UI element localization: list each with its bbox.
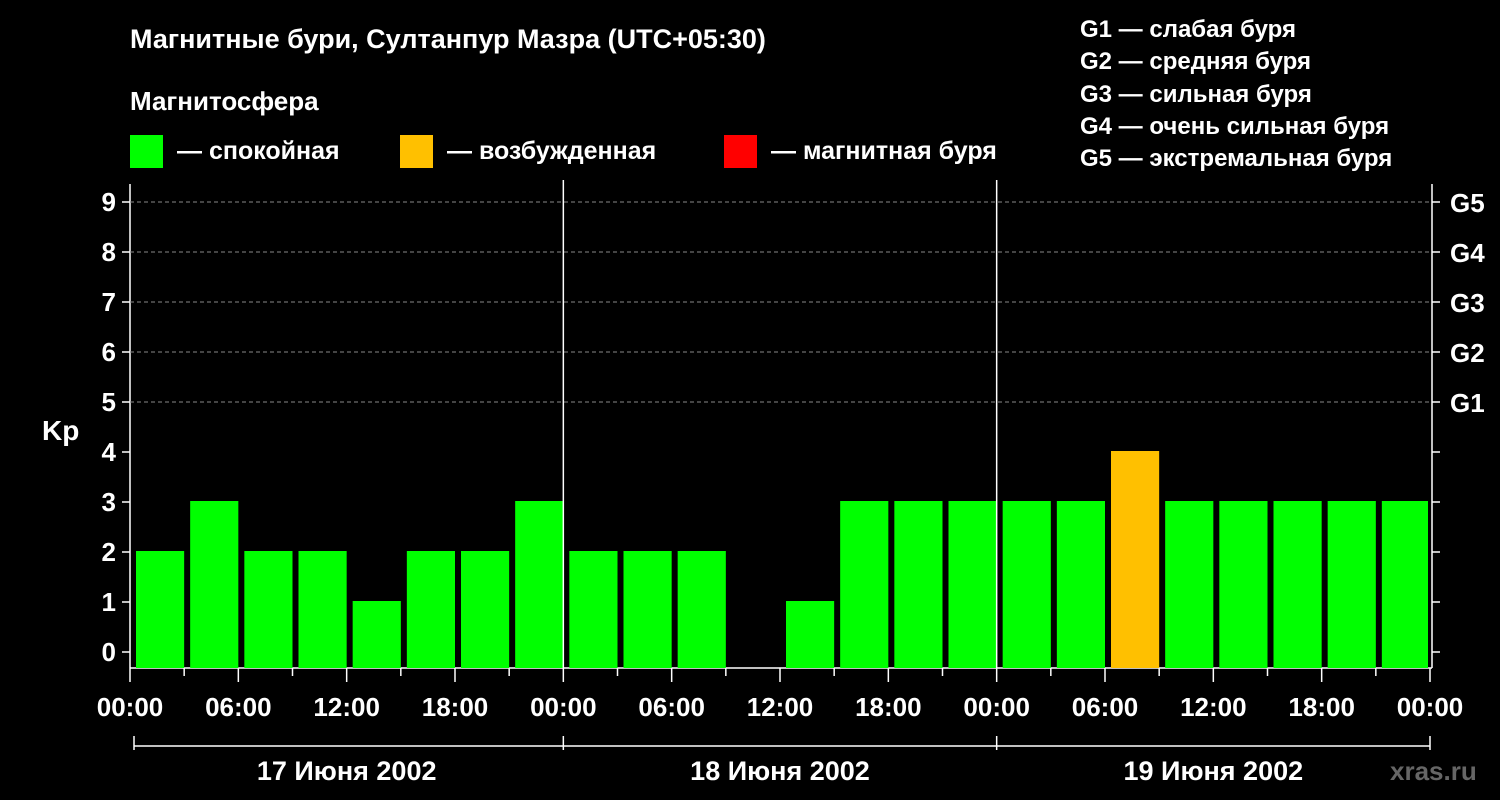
y-tick-label: 5 [102,387,116,417]
y-tick-label: 4 [102,437,117,467]
kp-bar [677,551,726,668]
g-scale-label: G3 [1450,288,1485,318]
kp-bar [515,501,564,668]
kp-bar [136,551,185,668]
x-tick-label: 00:00 [97,692,164,722]
kp-bar [1381,501,1428,668]
x-tick-label: 06:00 [638,692,705,722]
y-tick-label: 6 [102,337,116,367]
x-tick-label: 12:00 [1180,692,1247,722]
kp-bar [623,551,672,668]
kp-bar [244,551,293,668]
x-tick-label: 12:00 [747,692,814,722]
x-tick-label: 06:00 [1072,692,1139,722]
g-scale-label: G1 [1450,388,1485,418]
kp-bar [569,551,618,668]
g-scale-label: G5 [1450,188,1485,218]
site-brand: xras.ru [1390,756,1477,786]
kp-bar [1056,501,1105,668]
x-tick-label: 00:00 [530,692,597,722]
y-axis-label: Kp [42,415,79,446]
kp-bar [1111,451,1160,668]
day-label: 19 Июня 2002 [1124,756,1304,786]
kp-bar [894,501,943,668]
kp-bar [948,501,997,668]
y-tick-label: 8 [102,237,116,267]
kp-bar [840,501,889,668]
kp-bar [406,551,455,668]
y-tick-label: 0 [102,637,116,667]
x-tick-label: 18:00 [1288,692,1355,722]
y-tick-label: 1 [102,587,116,617]
x-tick-label: 18:00 [855,692,922,722]
g-scale-label: G4 [1450,238,1485,268]
kp-bar [1165,501,1214,668]
y-tick-label: 2 [102,537,116,567]
x-tick-label: 18:00 [422,692,489,722]
y-tick-label: 3 [102,487,116,517]
x-tick-label: 06:00 [205,692,272,722]
x-tick-label: 00:00 [1397,692,1464,722]
kp-bar [352,601,401,668]
g-scale-label: G2 [1450,338,1485,368]
kp-bar [1002,501,1051,668]
kp-bar [190,501,239,668]
kp-bar [461,551,510,668]
kp-bar [1273,501,1322,668]
day-label: 18 Июня 2002 [690,756,870,786]
kp-bar [786,601,835,668]
kp-bar [298,551,347,668]
kp-bar [1219,501,1268,668]
x-tick-label: 00:00 [963,692,1030,722]
kp-bar [1327,501,1376,668]
y-tick-label: 9 [102,187,116,217]
day-label: 17 Июня 2002 [257,756,437,786]
kp-chart: 0 1 2 3 4 5 6 7 8 9 G1 G2 G3 G4 G5 Kp 00:00 06:00 12:00 18:… [42,180,1485,786]
y-tick-label: 7 [102,287,116,317]
x-tick-label: 12:00 [313,692,380,722]
